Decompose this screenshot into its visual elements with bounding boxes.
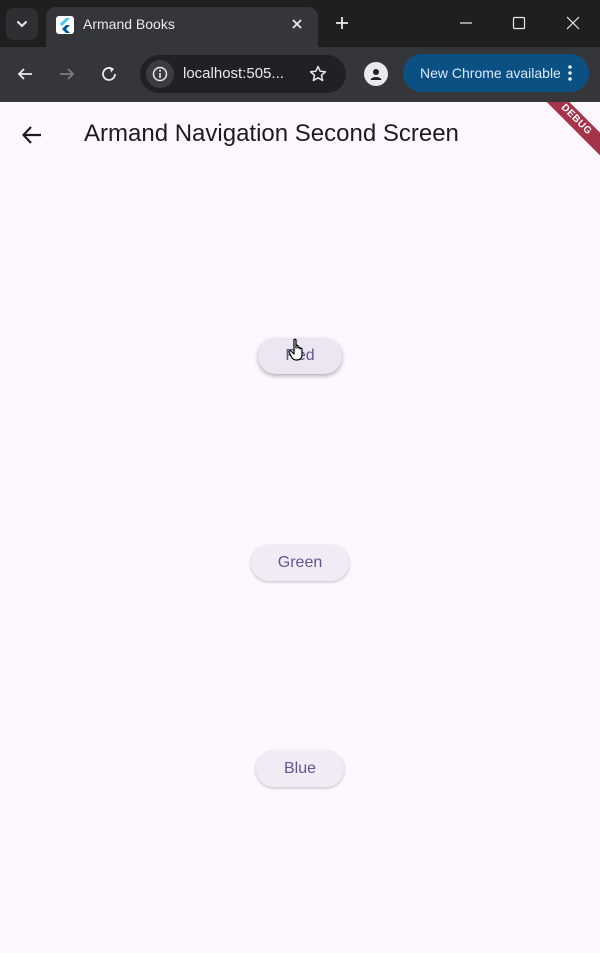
chevron-down-icon — [17, 21, 27, 28]
maximize-icon — [512, 16, 526, 30]
kebab-menu-icon[interactable] — [561, 63, 579, 83]
arrow-right-icon — [60, 68, 75, 80]
profile-button[interactable] — [364, 62, 388, 86]
arrow-back-icon — [21, 126, 41, 144]
minimize-icon — [460, 22, 472, 24]
page-title: Armand Navigation Second Screen — [84, 120, 459, 147]
star-icon — [309, 65, 327, 82]
browser-titlebar: Armand Books — [0, 0, 600, 47]
app-viewport: Armand Navigation Second Screen DEBUG Re… — [0, 102, 600, 953]
url-text: localhost:505... — [183, 65, 284, 82]
bookmark-button[interactable] — [306, 62, 330, 86]
arrow-left-icon — [17, 68, 32, 80]
maximize-button[interactable] — [502, 8, 536, 38]
flutter-icon — [56, 16, 74, 34]
close-icon — [566, 16, 580, 30]
hand-pointer-cursor-icon — [288, 338, 303, 361]
info-icon — [152, 66, 168, 82]
app-back-button[interactable] — [16, 119, 48, 151]
minimize-button[interactable] — [449, 8, 483, 38]
person-icon — [370, 69, 382, 80]
tab-search-button[interactable] — [6, 8, 38, 40]
browser-tab[interactable]: Armand Books — [46, 7, 318, 47]
tab-title: Armand Books — [83, 16, 175, 32]
plus-icon — [336, 17, 348, 29]
close-window-button[interactable] — [556, 8, 590, 38]
address-bar[interactable]: localhost:505... — [140, 55, 346, 93]
browser-toolbar: localhost:505... New Chrome available — [0, 47, 600, 102]
update-chip-label: New Chrome available — [420, 65, 561, 81]
green-button[interactable]: Green — [251, 545, 349, 581]
update-chrome-button[interactable]: New Chrome available — [403, 54, 589, 92]
reload-button[interactable] — [96, 61, 122, 87]
back-nav-button[interactable] — [12, 61, 38, 87]
reload-icon — [102, 67, 116, 81]
new-tab-button[interactable] — [330, 11, 354, 35]
close-icon — [292, 19, 302, 29]
blue-button[interactable]: Blue — [256, 751, 344, 787]
debug-banner: DEBUG — [527, 102, 600, 169]
forward-nav-button[interactable] — [54, 61, 80, 87]
site-info-button[interactable] — [146, 60, 174, 88]
close-tab-button[interactable] — [286, 13, 308, 35]
